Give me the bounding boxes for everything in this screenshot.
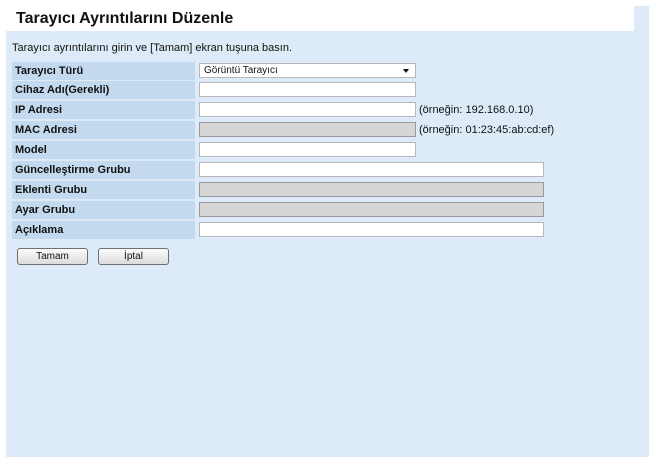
ip-address-input[interactable] bbox=[199, 102, 416, 117]
ip-address-label: IP Adresi bbox=[12, 101, 195, 119]
settings-group-label: Ayar Grubu bbox=[12, 201, 195, 219]
update-group-input[interactable] bbox=[199, 162, 544, 177]
scanner-type-value: Görüntü Tarayıcı bbox=[204, 65, 278, 76]
description-label: Açıklama bbox=[12, 221, 195, 239]
description-input[interactable] bbox=[199, 222, 544, 237]
chevron-down-icon bbox=[403, 68, 409, 73]
update-group-label: Güncelleştirme Grubu bbox=[12, 161, 195, 179]
instruction-text: Tarayıcı ayrıntılarını girin ve [Tamam] … bbox=[12, 42, 293, 54]
device-name-input[interactable] bbox=[199, 82, 416, 97]
cancel-button[interactable]: İptal bbox=[98, 248, 169, 265]
page-title: Tarayıcı Ayrıntılarını Düzenle bbox=[16, 10, 234, 27]
mac-address-label: MAC Adresi bbox=[12, 121, 195, 139]
scanner-type-select[interactable]: Görüntü Tarayıcı bbox=[199, 63, 416, 78]
mac-address-hint: (örneğin: 01:23:45:ab:cd:ef) bbox=[419, 124, 555, 136]
ip-address-hint: (örneğin: 192.168.0.10) bbox=[419, 104, 534, 116]
window-edge bbox=[649, 0, 655, 461]
settings-group-input bbox=[199, 202, 544, 217]
title-bar: Tarayıcı Ayrıntılarını Düzenle bbox=[6, 6, 634, 31]
ok-button[interactable]: Tamam bbox=[17, 248, 88, 265]
model-label: Model bbox=[12, 141, 195, 159]
device-name-label: Cihaz Adı(Gerekli) bbox=[12, 81, 195, 99]
scanner-type-label: Tarayıcı Türü bbox=[12, 62, 195, 80]
model-input[interactable] bbox=[199, 142, 416, 157]
addon-group-label: Eklenti Grubu bbox=[12, 181, 195, 199]
addon-group-input bbox=[199, 182, 544, 197]
mac-address-input bbox=[199, 122, 416, 137]
